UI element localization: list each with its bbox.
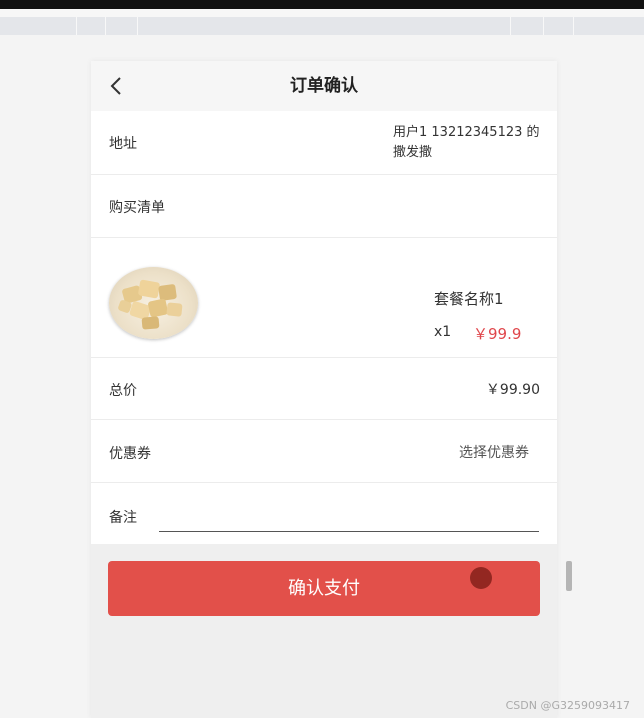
total-label: 总价	[109, 383, 137, 399]
total-value: ￥99.90	[485, 382, 540, 398]
item-quantity: x1	[434, 324, 452, 340]
coupon-row[interactable]: 优惠券 选择优惠券	[91, 420, 557, 483]
toolbar-separator	[543, 17, 544, 35]
browser-toolbar	[0, 17, 644, 35]
food-thumbnail	[109, 267, 198, 339]
list-item: 套餐名称1 x1 ￥99.9	[91, 238, 557, 358]
note-label: 备注	[109, 510, 137, 526]
item-price: ￥99.9	[473, 325, 522, 343]
note-row: 备注	[91, 483, 557, 544]
total-row: 总价 ￥99.90	[91, 358, 557, 420]
coupon-label: 优惠券	[109, 446, 151, 462]
address-label: 地址	[109, 136, 137, 152]
toolbar-separator	[137, 17, 138, 35]
toolbar-separator	[105, 17, 106, 35]
order-details: 地址 用户1 13212345123 的撒发撒 购买清单 套餐名称1 x1 ￥9…	[91, 111, 557, 544]
toolbar-separator	[573, 17, 574, 35]
select-coupon-link[interactable]: 选择优惠券	[459, 442, 529, 462]
purchase-list-row: 购买清单	[91, 175, 557, 238]
page-title: 订单确认	[290, 76, 358, 96]
watermark: CSDN @G3259093417	[505, 699, 630, 712]
item-name: 套餐名称1	[434, 290, 504, 308]
address-row[interactable]: 地址 用户1 13212345123 的撒发撒	[91, 111, 557, 175]
nav-bar: 订单确认	[91, 61, 557, 111]
address-value: 用户1 13212345123 的撒发撒	[393, 125, 540, 160]
scrollbar-thumb[interactable]	[566, 561, 572, 591]
phone-screen: 订单确认 地址 用户1 13212345123 的撒发撒 购买清单 套餐名称1 …	[91, 61, 557, 718]
purchase-list-label: 购买清单	[109, 200, 165, 216]
toolbar-separator	[510, 17, 511, 35]
browser-tab-strip	[0, 9, 644, 17]
toolbar-separator	[76, 17, 77, 35]
touch-cursor-indicator	[470, 567, 492, 589]
note-input[interactable]	[159, 505, 539, 532]
chevron-left-icon[interactable]	[106, 74, 128, 98]
window-top-bar	[0, 0, 644, 9]
